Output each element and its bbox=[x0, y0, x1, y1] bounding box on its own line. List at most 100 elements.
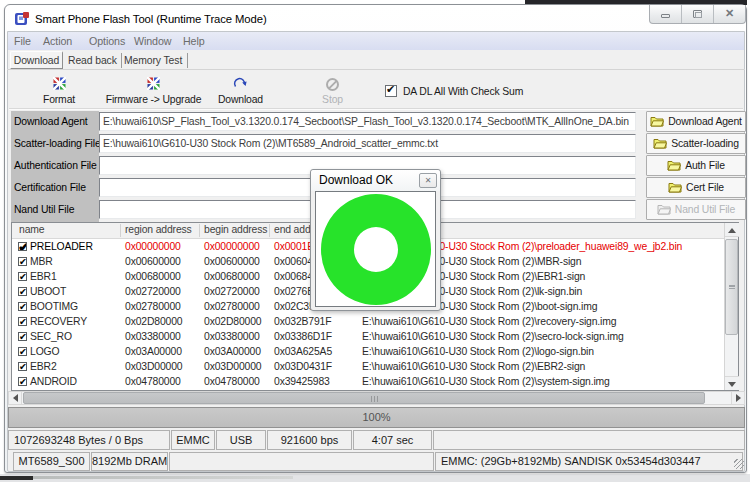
menu-action[interactable]: Action bbox=[43, 35, 72, 47]
check-icon: ✔ bbox=[386, 83, 395, 96]
download-button[interactable]: Download bbox=[208, 77, 273, 107]
cell-name: BOOTIMG bbox=[30, 301, 78, 312]
auth-file-label: Authentication File bbox=[14, 156, 97, 175]
horizontal-scroll-thumb[interactable] bbox=[23, 392, 705, 404]
format-icon bbox=[26, 77, 92, 92]
row-checkbox[interactable]: ✔ bbox=[18, 272, 27, 281]
table-row[interactable]: ✔ LOGO 0x03A00000 0x03A00000 0x03A625A5 … bbox=[12, 345, 724, 360]
table-row[interactable]: ✔ RECOVERY 0x02D80000 0x02D80000 0x032B7… bbox=[12, 315, 724, 330]
status-bytes: 1072693248 Bytes / 0 Bps bbox=[8, 430, 170, 450]
row-checkbox[interactable]: ✔ bbox=[18, 347, 27, 356]
row-checkbox[interactable]: ✔ bbox=[18, 242, 27, 251]
cert-file-button[interactable]: Cert File bbox=[646, 177, 746, 198]
scatter-loading-button[interactable]: Scatter-loading bbox=[646, 133, 746, 154]
arrow-right-icon bbox=[736, 394, 741, 402]
status-empty bbox=[433, 430, 745, 450]
table-horizontal-scrollbar[interactable] bbox=[8, 391, 745, 405]
window-title: Smart Phone Flash Tool (Runtime Trace Mo… bbox=[35, 13, 267, 25]
cell-name: LOGO bbox=[30, 346, 59, 357]
dialog-title: Download OK bbox=[319, 173, 393, 187]
row-checkbox[interactable]: ✔ bbox=[18, 317, 27, 326]
scatter-file-input[interactable]: E:\huwai610\G610-U30 Stock Rom (2)\MT658… bbox=[99, 134, 636, 153]
resize-grip[interactable] bbox=[734, 459, 744, 469]
status-baudrate: 921600 bps bbox=[267, 430, 352, 450]
tab-memory-test[interactable]: Memory Test bbox=[124, 54, 188, 68]
check-icon: ✔ bbox=[19, 302, 27, 311]
row-checkbox[interactable]: ✔ bbox=[18, 332, 27, 341]
cell-begin-address: 0x03380000 bbox=[204, 331, 260, 342]
cell-name: UBOOT bbox=[30, 286, 66, 297]
divider bbox=[9, 108, 743, 110]
row-checkbox[interactable]: ✔ bbox=[18, 302, 27, 311]
table-row[interactable]: ✔ ANDROID 0x04780000 0x04780000 0x394259… bbox=[12, 375, 724, 390]
folder-icon bbox=[667, 160, 681, 171]
cell-location: E:\huwai610\G610-U30 Stock Rom (2)\logo-… bbox=[362, 346, 594, 357]
minimize-button[interactable] bbox=[650, 5, 682, 23]
cell-name: EBR2 bbox=[30, 361, 57, 372]
folder-icon bbox=[668, 182, 682, 193]
cell-end-address: 0x39425983 bbox=[274, 376, 330, 387]
format-button[interactable]: Format bbox=[26, 77, 92, 107]
tab-separator bbox=[187, 53, 188, 68]
check-icon: ✔ bbox=[19, 257, 27, 266]
table-vertical-scrollbar[interactable] bbox=[724, 223, 738, 390]
menu-bar: File Action Options Window Help bbox=[8, 32, 744, 50]
col-region-address[interactable]: region address bbox=[125, 224, 192, 235]
menu-options[interactable]: Options bbox=[89, 35, 125, 47]
cell-region-address: 0x02D80000 bbox=[125, 316, 182, 327]
scroll-left-button[interactable] bbox=[9, 392, 22, 404]
download-agent-input[interactable]: E:\huwai610\SP_Flash_Tool_v3.1320.0.174_… bbox=[99, 112, 636, 131]
cell-end-address: 0x00604 bbox=[274, 256, 313, 267]
cell-region-address: 0x04780000 bbox=[125, 376, 181, 387]
app-icon bbox=[15, 12, 29, 26]
row-checkbox[interactable]: ✔ bbox=[18, 257, 27, 266]
auth-file-button[interactable]: Auth File bbox=[646, 155, 746, 176]
menu-help[interactable]: Help bbox=[183, 35, 205, 47]
close-button[interactable]: ✕ bbox=[714, 5, 745, 23]
dialog-close-button[interactable]: ✕ bbox=[419, 173, 437, 188]
cell-end-address: 0x03D0431F bbox=[274, 361, 332, 372]
col-name[interactable]: name bbox=[19, 224, 44, 235]
maximize-button[interactable] bbox=[682, 5, 714, 23]
row-checkbox[interactable]: ✔ bbox=[18, 362, 27, 371]
scroll-down-button[interactable] bbox=[725, 376, 739, 390]
cell-end-address: 0x00684 bbox=[274, 271, 313, 282]
row-checkbox[interactable]: ✔ bbox=[18, 287, 27, 296]
cell-region-address: 0x03A00000 bbox=[125, 346, 182, 357]
firmware-upgrade-icon bbox=[101, 77, 206, 92]
cell-region-address: 0x03D00000 bbox=[125, 361, 182, 372]
table-row[interactable]: ✔ SEC_RO 0x03380000 0x03380000 0x03386D1… bbox=[12, 330, 724, 345]
stop-icon bbox=[305, 77, 360, 92]
da-dl-checksum-label: DA DL All With Check Sum bbox=[403, 86, 523, 97]
arrow-left-icon bbox=[13, 394, 18, 402]
status-storage-type: EMMC bbox=[171, 430, 215, 450]
menu-window[interactable]: Window bbox=[134, 35, 171, 47]
tab-download[interactable]: Download bbox=[10, 51, 63, 69]
dialog-body bbox=[315, 191, 436, 307]
download-agent-browse-button[interactable]: Download Agent bbox=[646, 111, 746, 132]
cell-name: MBR bbox=[30, 256, 53, 267]
download-ok-dialog: Download OK ✕ bbox=[310, 169, 441, 311]
firmware-upgrade-button[interactable]: Firmware -> Upgrade bbox=[101, 77, 206, 107]
scroll-right-button[interactable] bbox=[731, 392, 744, 404]
da-dl-checksum-checkbox[interactable]: ✔ bbox=[385, 85, 397, 97]
check-icon: ✔ bbox=[19, 287, 27, 296]
col-begin-address[interactable]: begin address bbox=[204, 224, 267, 235]
scroll-up-button[interactable] bbox=[725, 223, 739, 237]
cell-name: EBR1 bbox=[30, 271, 57, 282]
table-row[interactable]: ✔ EBR2 0x03D00000 0x03D00000 0x03D0431F … bbox=[12, 360, 724, 375]
tab-read-back[interactable]: Read back bbox=[68, 54, 122, 68]
vertical-scroll-thumb[interactable] bbox=[725, 239, 738, 335]
title-bar: Smart Phone Flash Tool (Runtime Trace Mo… bbox=[5, 5, 746, 31]
nand-util-file-button: Nand Util File bbox=[646, 199, 746, 220]
menu-file[interactable]: File bbox=[14, 35, 31, 47]
check-icon: ✔ bbox=[19, 332, 27, 341]
cell-location: E:\huwai610\G610-U30 Stock Rom (2)\syste… bbox=[362, 376, 610, 387]
arrow-up-icon bbox=[728, 228, 736, 233]
row-checkbox[interactable]: ✔ bbox=[18, 377, 27, 386]
status-emmc-info: EMMC: (29Gb+8192Mb) SANDISK 0x53454d3034… bbox=[435, 452, 743, 471]
cell-region-address: 0x00000000 bbox=[125, 241, 181, 252]
cell-region-address: 0x02780000 bbox=[125, 301, 181, 312]
cell-region-address: 0x00600000 bbox=[125, 256, 181, 267]
cell-begin-address: 0x03D00000 bbox=[204, 361, 261, 372]
